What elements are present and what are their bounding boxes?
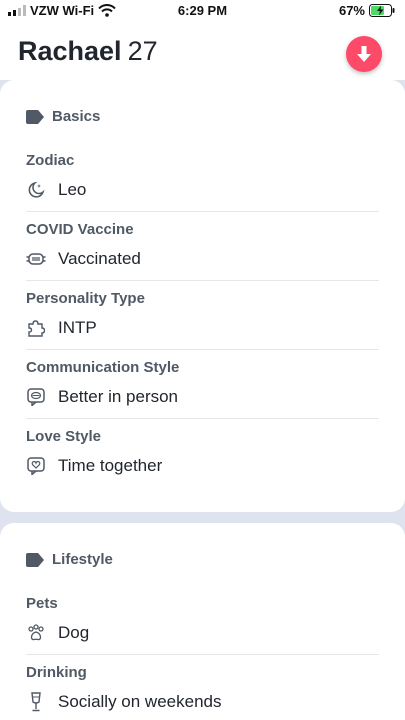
profile-content[interactable]: Basics Zodiac Leo COVID Vaccine Vaccinat…	[0, 80, 405, 720]
tag-icon	[26, 552, 44, 567]
battery-group: 67%	[339, 3, 395, 18]
divider	[26, 654, 379, 655]
field-label: Personality Type	[26, 290, 145, 307]
collapse-profile-button[interactable]	[346, 36, 382, 72]
field-label: Zodiac	[26, 152, 75, 169]
profile-name-row: Rachael 27	[18, 36, 158, 67]
basics-card: Basics Zodiac Leo COVID Vaccine Vaccinat…	[0, 80, 405, 512]
field-label: Love Style	[26, 428, 102, 445]
field-value: Socially on weekends	[58, 692, 222, 711]
field-love-style: Love Style Time together	[26, 428, 379, 476]
field-value: INTP	[58, 318, 97, 337]
field-zodiac: Zodiac Leo	[26, 152, 379, 200]
lifestyle-title: Lifestyle	[52, 551, 113, 568]
field-label: Communication Style	[26, 359, 180, 376]
field-drinking: Drinking Socially on weekends	[26, 664, 379, 712]
basics-section-title: Basics	[26, 108, 100, 125]
field-value: Dog	[58, 623, 90, 642]
divider	[26, 349, 379, 350]
field-value: Better in person	[58, 387, 179, 406]
divider	[26, 418, 379, 419]
battery-percent: 67%	[338, 3, 365, 18]
field-pets: Pets Dog	[26, 595, 379, 643]
field-personality-type: Personality Type INTP	[26, 290, 379, 338]
divider	[26, 280, 379, 281]
tag-icon	[26, 109, 44, 124]
battery-charging-icon	[369, 4, 395, 17]
status-bar: VZW Wi-Fi 6:29 PM 67%	[0, 0, 405, 24]
profile-header: Rachael 27	[0, 30, 405, 80]
chat-icon	[26, 387, 46, 407]
profile-age: 27	[127, 36, 158, 66]
heart-chat-icon	[26, 456, 46, 476]
field-communication-style: Communication Style Better in person	[26, 359, 379, 407]
glass-icon	[26, 692, 46, 712]
field-label: COVID Vaccine	[26, 221, 134, 238]
basics-title: Basics	[52, 108, 101, 125]
puzzle-icon	[26, 318, 46, 338]
paw-icon	[26, 623, 46, 643]
field-label: Drinking	[26, 664, 87, 681]
lifestyle-section-title: Lifestyle	[26, 551, 113, 568]
arrow-down-icon	[357, 46, 371, 62]
field-value: Leo	[58, 180, 87, 199]
mask-icon	[26, 249, 46, 269]
field-covid-vaccine: COVID Vaccine Vaccinated	[26, 221, 379, 269]
profile-name: Rachael	[18, 36, 122, 66]
field-value: Time together	[58, 456, 163, 475]
lifestyle-card: Lifestyle Pets Dog Drinking Socially on …	[0, 523, 405, 720]
moon-icon	[26, 180, 46, 200]
field-value: Vaccinated	[58, 249, 141, 268]
field-label: Pets	[26, 595, 58, 612]
divider	[26, 211, 379, 212]
